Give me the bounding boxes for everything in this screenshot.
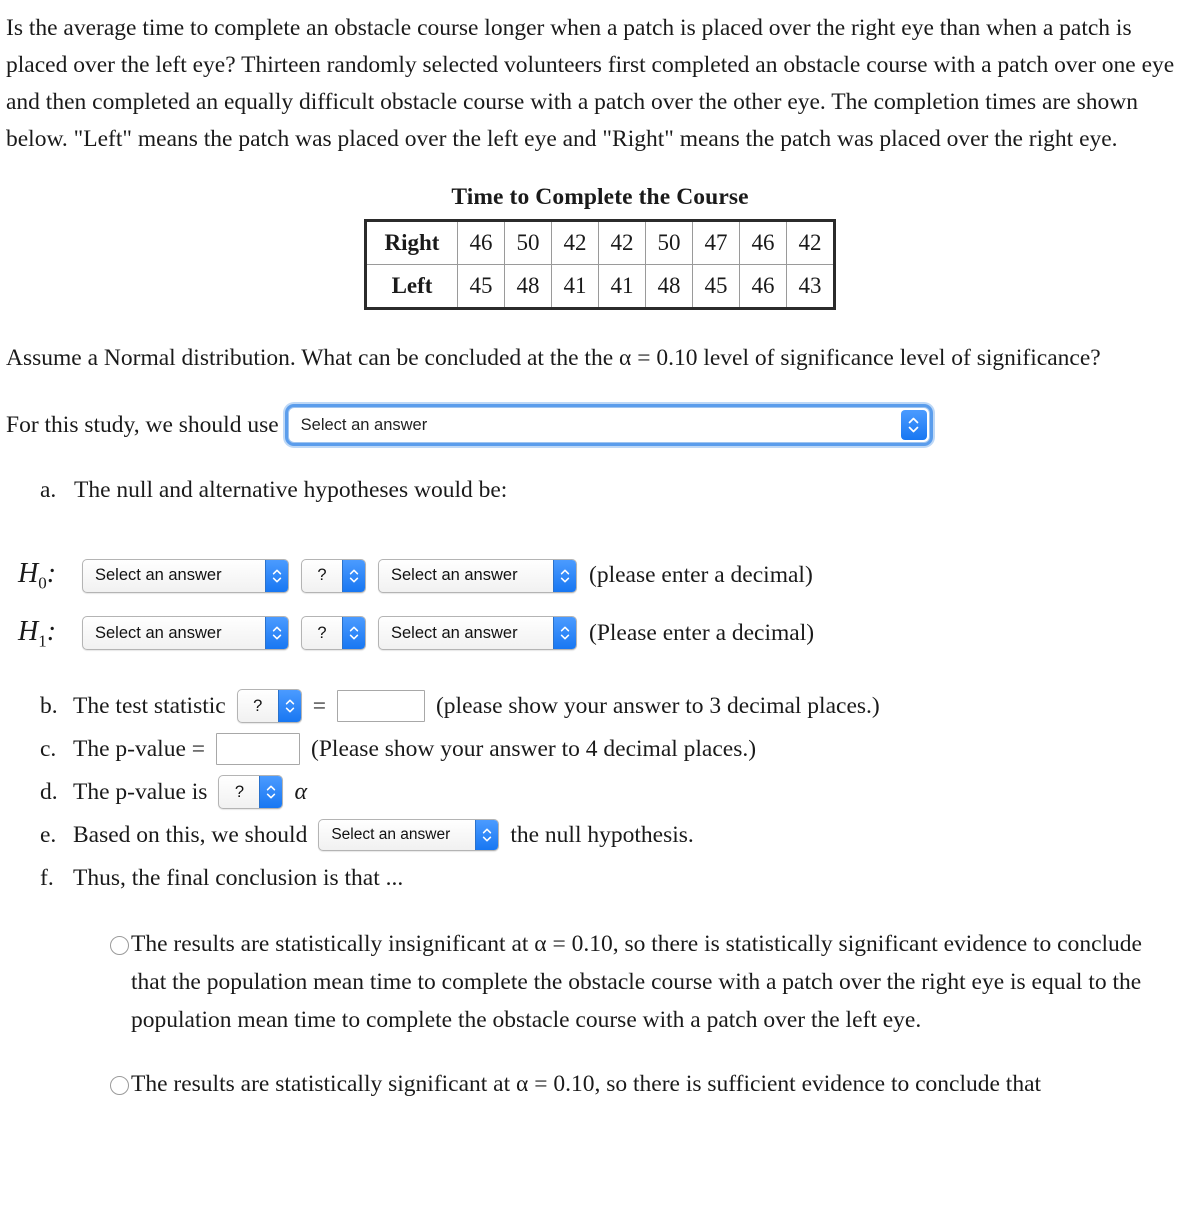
p-value-comparison-select[interactable]: ? xyxy=(218,775,284,810)
step-d-marker: d. xyxy=(40,779,58,806)
choice-option-2[interactable]: The results are statistically significan… xyxy=(110,1065,1170,1103)
p-value-input[interactable] xyxy=(216,733,301,766)
intro-paragraph: Is the average time to complete an obsta… xyxy=(6,15,1175,152)
h0-value-select-value: Select an answer xyxy=(391,566,518,585)
h0-note: (please enter a decimal) xyxy=(589,562,813,589)
hypothesis-alternative-row: H1: Select an answer ? Select an answer … xyxy=(0,616,1200,652)
cell: 42 xyxy=(786,220,835,265)
step-b-equals: = xyxy=(312,693,326,720)
h0-operator-select-value: ? xyxy=(317,566,327,585)
study-method-select[interactable]: Select an answer xyxy=(287,407,930,443)
row-label-left: Left xyxy=(365,264,458,309)
study-prompt-label: For this study, we should use xyxy=(6,411,279,438)
h1-operator-select[interactable]: ? xyxy=(301,616,366,651)
h0-parameter-select[interactable]: Select an answer xyxy=(82,558,289,593)
h1-parameter-select[interactable]: Select an answer xyxy=(82,616,289,651)
choice-option-1[interactable]: The results are statistically insignific… xyxy=(110,925,1170,1039)
h1-label: H1: xyxy=(18,615,57,651)
chevron-updown-icon xyxy=(277,690,301,723)
cell: 50 xyxy=(504,220,552,265)
step-c-marker: c. xyxy=(40,736,57,763)
chevron-updown-icon xyxy=(259,776,283,809)
cell: 45 xyxy=(457,264,505,309)
alpha-symbol: α xyxy=(294,779,308,806)
chevron-updown-icon xyxy=(342,617,365,650)
completion-times-table: Right 46 50 42 42 50 47 46 42 Left 45 48… xyxy=(364,219,836,310)
step-e-marker: e. xyxy=(40,822,57,849)
step-b-note: (please show your answer to 3 decimal pl… xyxy=(435,693,880,720)
row-label-right: Right xyxy=(365,220,458,265)
h1-parameter-select-value: Select an answer xyxy=(95,623,222,642)
steps-list: b. The test statistic ? = (please show y… xyxy=(0,687,1200,897)
radio-button-icon[interactable] xyxy=(110,936,129,956)
table-row: Left 45 48 41 41 48 45 46 43 xyxy=(365,264,835,309)
cell: 45 xyxy=(692,264,740,309)
choice-option-1-label: The results are statistically insignific… xyxy=(131,931,1142,1034)
test-statistic-type-value: ? xyxy=(253,697,263,716)
cell: 47 xyxy=(692,220,740,265)
item-a: a. The null and alternative hypotheses w… xyxy=(0,477,1200,504)
study-line: For this study, we should use Select an … xyxy=(0,407,1200,443)
h1-operator-select-value: ? xyxy=(317,623,327,642)
step-f-text: Thus, the final conclusion is that ... xyxy=(73,865,404,892)
assumption-text: Assume a Normal distribution. What can b… xyxy=(6,345,1101,371)
step-c-note: (Please show your answer to 4 decimal pl… xyxy=(311,736,757,763)
p-value-comparison-value: ? xyxy=(234,783,245,802)
worksheet-page: Is the average time to complete an obsta… xyxy=(0,0,1200,1220)
cell: 41 xyxy=(551,264,599,309)
cell: 46 xyxy=(739,264,787,309)
h1-value-select-value: Select an answer xyxy=(391,623,518,642)
step-b-text: The test statistic xyxy=(73,693,226,720)
step-e-text: Based on this, we should xyxy=(73,822,308,849)
step-c-text: The p-value = xyxy=(73,736,206,763)
cell: 46 xyxy=(457,220,505,265)
table-row: Right 46 50 42 42 50 47 46 42 xyxy=(365,220,835,265)
step-b-marker: b. xyxy=(40,693,58,720)
h1-value-select[interactable]: Select an answer xyxy=(378,616,577,651)
chevron-updown-icon xyxy=(475,820,499,851)
chevron-updown-icon xyxy=(342,559,365,592)
chevron-updown-icon xyxy=(265,559,288,592)
test-statistic-type-select[interactable]: ? xyxy=(236,689,302,724)
h1-note: (Please enter a decimal) xyxy=(589,619,815,646)
chevron-updown-icon xyxy=(553,617,576,650)
h0-value-select[interactable]: Select an answer xyxy=(378,558,577,593)
step-d: d. The p-value is ? α xyxy=(40,773,1200,811)
cell: 46 xyxy=(739,220,787,265)
h0-label: H0: xyxy=(18,558,57,593)
data-table-block: Time to Complete the Course Right 46 50 … xyxy=(0,184,1200,310)
choice-option-2-label: The results are statistically significan… xyxy=(131,1071,1042,1098)
item-a-text: The null and alternative hypotheses woul… xyxy=(74,477,508,503)
conclusion-choices: The results are statistically insignific… xyxy=(0,925,1200,1103)
item-a-marker: a. xyxy=(40,477,57,503)
study-method-select-value: Select an answer xyxy=(300,415,428,434)
decision-select[interactable]: Select an answer xyxy=(318,819,500,852)
cell: 42 xyxy=(551,220,599,265)
chevron-updown-icon xyxy=(900,410,927,440)
table-title: Time to Complete the Course xyxy=(451,184,749,210)
chevron-updown-icon xyxy=(553,559,576,592)
chevron-updown-icon xyxy=(265,617,288,650)
cell: 41 xyxy=(598,264,646,309)
cell: 42 xyxy=(598,220,646,265)
hypothesis-null-row: H0: Select an answer ? Select an answer … xyxy=(0,558,1200,594)
radio-button-icon[interactable] xyxy=(110,1076,129,1096)
step-e-text-after: the null hypothesis. xyxy=(510,822,694,849)
step-f: f. Thus, the final conclusion is that ..… xyxy=(40,859,1200,897)
step-e: e. Based on this, we should Select an an… xyxy=(40,816,1200,854)
decision-select-value: Select an answer xyxy=(331,826,451,844)
test-statistic-input[interactable] xyxy=(336,690,425,723)
step-b: b. The test statistic ? = (please show y… xyxy=(40,687,1200,725)
step-f-marker: f. xyxy=(40,865,54,892)
cell: 50 xyxy=(645,220,693,265)
cell: 43 xyxy=(786,264,835,309)
h0-parameter-select-value: Select an answer xyxy=(95,566,222,585)
cell: 48 xyxy=(504,264,552,309)
step-d-text: The p-value is xyxy=(73,779,208,806)
step-c: c. The p-value = (Please show your answe… xyxy=(40,730,1200,768)
cell: 48 xyxy=(645,264,693,309)
h0-operator-select[interactable]: ? xyxy=(301,558,366,593)
